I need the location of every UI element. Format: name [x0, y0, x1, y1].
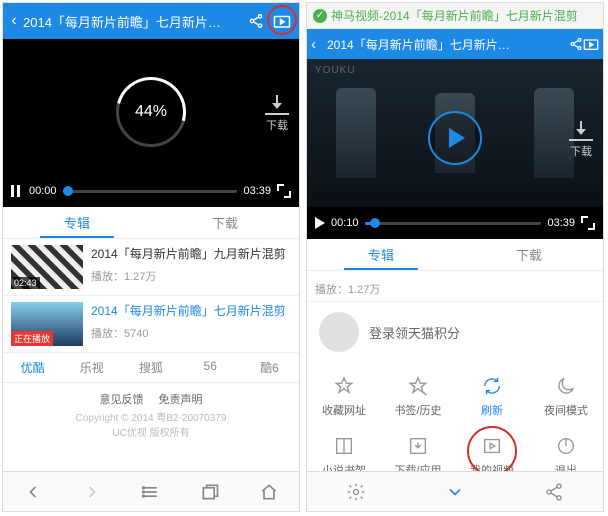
copyright: Copyright © 2014 粤B2-20070379: [3, 411, 299, 426]
provider: UC优视 版权所有: [3, 426, 299, 441]
thumbnail: 02:43: [11, 245, 83, 289]
download-icon: [569, 121, 593, 141]
watermark: YOUKU: [315, 65, 356, 76]
item-title: 2014「每月新片前瞻」七月新片混剪: [91, 302, 291, 319]
share-icon[interactable]: [245, 10, 267, 32]
source-tab[interactable]: 优酷: [3, 359, 62, 376]
tab-album[interactable]: 专辑: [3, 207, 151, 238]
nav-share[interactable]: [504, 472, 603, 511]
back-button[interactable]: ‹: [7, 12, 21, 30]
left-screenshot: ‹ 2014「每月新片前瞻」七月新片… 44% 下载 00:00 03:39: [2, 2, 300, 512]
menu-bookmarks[interactable]: 书签/历史: [381, 366, 455, 426]
download-button[interactable]: 下载: [569, 121, 593, 159]
footer: 意见反馈 免责声明 Copyright © 2014 粤B2-20070379 …: [3, 383, 299, 443]
total-time: 03:39: [547, 217, 575, 229]
queue-icon[interactable]: [271, 10, 293, 32]
content-tabs: 专辑 下载: [307, 239, 603, 271]
power-icon: [554, 434, 578, 458]
book-icon: [332, 434, 356, 458]
download-button[interactable]: 下载: [265, 95, 289, 133]
video-player[interactable]: 44% 下载 00:00 03:39: [3, 39, 299, 207]
tab-album[interactable]: 专辑: [307, 239, 455, 270]
source-tab[interactable]: 56: [181, 359, 240, 376]
bottom-nav: [3, 471, 299, 511]
avatar: [319, 312, 359, 352]
menu-favorites[interactable]: 收藏网址: [307, 366, 381, 426]
thumbnail: 正在播放: [11, 302, 83, 346]
fullscreen-button[interactable]: [581, 216, 595, 230]
header-bar: ‹ 2014「每月新片前瞻」七月新片…: [3, 3, 299, 39]
item-views: 播放：1.27万: [315, 281, 595, 297]
bookmark-icon: [406, 374, 430, 398]
item-views: 播放：5740: [91, 325, 291, 341]
source-tabs: 优酷 乐视 搜狐 56 酷6: [3, 353, 299, 383]
header-bar: ‹ 2014「每月新片前瞻」七月新片…: [307, 29, 603, 59]
queue-icon[interactable]: [583, 37, 599, 51]
current-time: 00:10: [331, 217, 359, 229]
list-item[interactable]: 播放：1.27万: [307, 271, 603, 302]
source-tab[interactable]: 酷6: [240, 359, 299, 376]
nav-back[interactable]: [3, 472, 62, 511]
page-title: 2014「每月新片前瞻」七月新片…: [21, 12, 243, 31]
share-icon[interactable]: [569, 37, 583, 51]
item-title: 2014「每月新片前瞻」九月新片混剪: [91, 245, 291, 262]
download-icon: [406, 434, 430, 458]
nav-tabs[interactable]: [181, 472, 240, 511]
list-item[interactable]: 02:43 2014「每月新片前瞻」九月新片混剪 播放：1.27万: [3, 239, 299, 296]
content-tabs: 专辑 下载: [3, 207, 299, 239]
nav-menu[interactable]: [121, 472, 180, 511]
disclaimer-link[interactable]: 免责声明: [159, 394, 203, 406]
moon-icon: [554, 374, 578, 398]
video-icon: [480, 434, 504, 458]
list-item[interactable]: 正在播放 2014「每月新片前瞻」七月新片混剪 播放：5740: [3, 296, 299, 353]
fullscreen-button[interactable]: [277, 184, 291, 198]
current-time: 00:00: [29, 185, 57, 197]
profile-row[interactable]: 登录领天猫积分: [307, 302, 603, 362]
nav-settings[interactable]: [307, 472, 406, 511]
right-screenshot: ✓ 神马视频-2014「每月新片前瞻」七月新片混剪 ‹ 2014「每月新片前瞻」…: [306, 2, 604, 512]
page-title: 2014「每月新片前瞻」七月新片…: [325, 36, 569, 53]
player-controls: 00:10 03:39: [307, 207, 603, 239]
seek-bar[interactable]: [63, 190, 238, 193]
play-button[interactable]: [428, 111, 482, 165]
nav-collapse[interactable]: [406, 472, 505, 511]
play-button-small[interactable]: [315, 217, 325, 229]
source-tab[interactable]: 搜狐: [121, 359, 180, 376]
item-views: 播放：1.27万: [91, 268, 291, 284]
tab-download[interactable]: 下载: [151, 207, 299, 238]
nav-forward[interactable]: [62, 472, 121, 511]
back-button[interactable]: ‹: [311, 36, 325, 53]
loading-progress: 44%: [116, 77, 186, 147]
seek-bar[interactable]: [365, 222, 542, 225]
download-icon: [265, 95, 289, 115]
bottom-nav: [307, 471, 603, 511]
nav-home[interactable]: [240, 472, 299, 511]
video-player[interactable]: YOUKU 下载 00:10 03:39: [307, 59, 603, 239]
menu-refresh[interactable]: 刷新: [455, 366, 529, 426]
security-banner: ✓ 神马视频-2014「每月新片前瞻」七月新片混剪: [307, 3, 603, 29]
player-controls: 00:00 03:39: [3, 175, 299, 207]
source-tab[interactable]: 乐视: [62, 359, 121, 376]
shield-icon: ✓: [313, 9, 327, 23]
star-icon: [332, 374, 356, 398]
menu-night[interactable]: 夜间模式: [529, 366, 603, 426]
feedback-link[interactable]: 意见反馈: [99, 394, 143, 406]
refresh-icon: [480, 374, 504, 398]
tab-download[interactable]: 下载: [455, 239, 603, 270]
pause-button[interactable]: [11, 185, 23, 197]
login-prompt: 登录领天猫积分: [369, 323, 460, 342]
total-time: 03:39: [243, 185, 271, 197]
